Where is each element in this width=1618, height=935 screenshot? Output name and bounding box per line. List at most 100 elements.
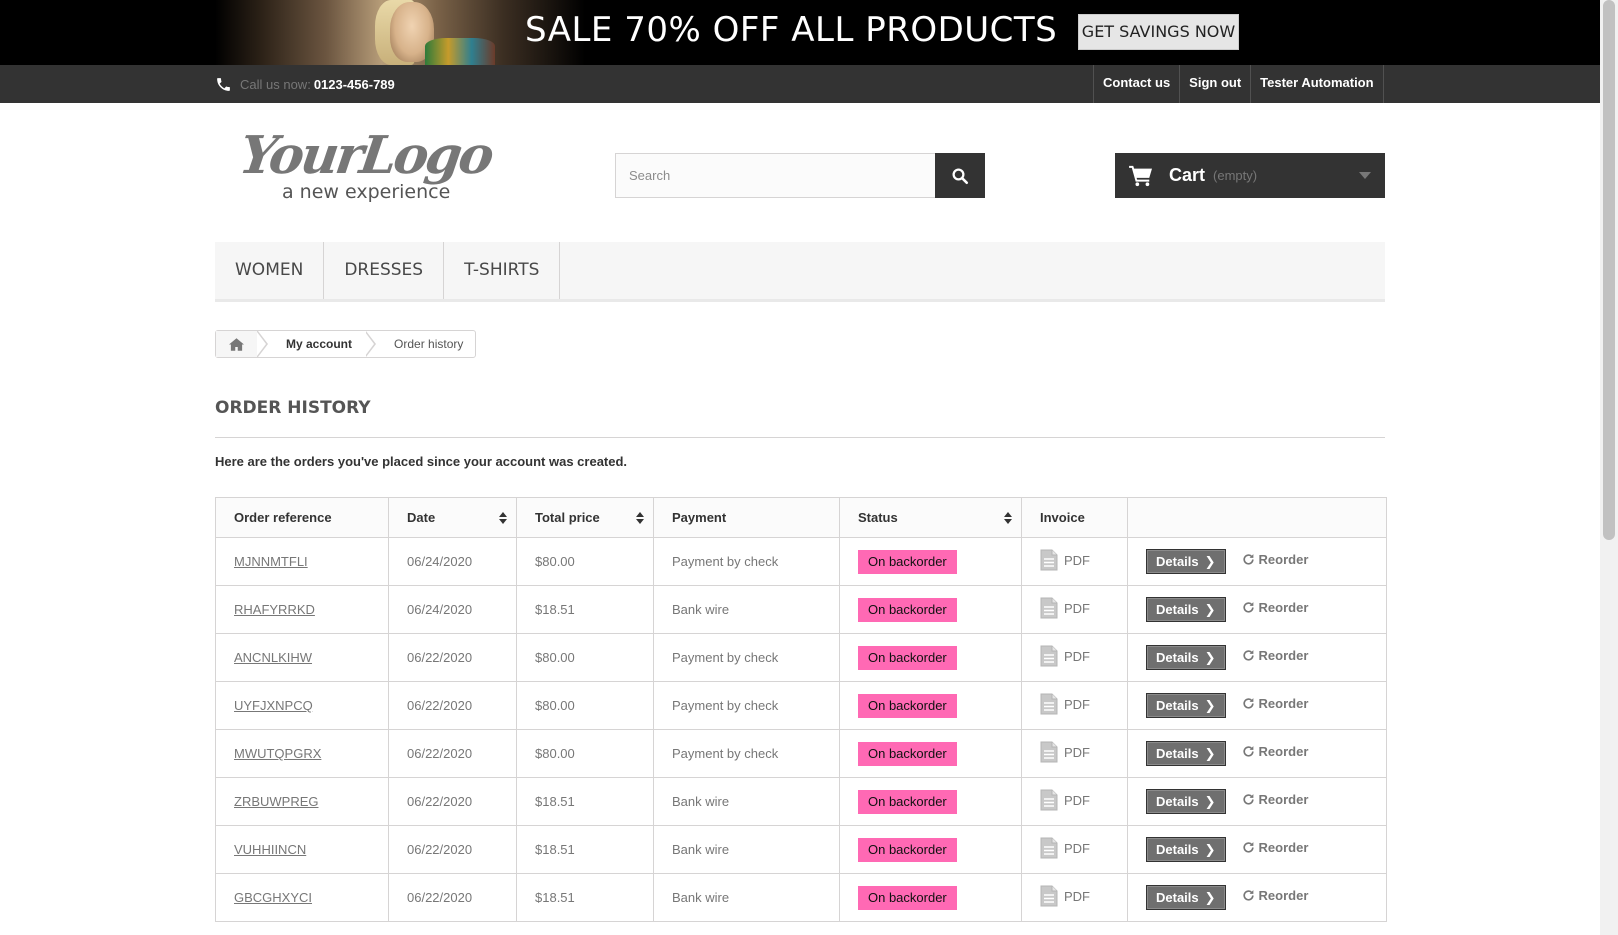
invoice-pdf-link[interactable]: PDF [1040,741,1090,763]
page-scrollbar[interactable] [1600,0,1618,935]
cart-label: Cart [1169,165,1206,185]
breadcrumb-my-account[interactable]: My account [268,331,366,357]
cell-date: 06/22/2020 [388,681,517,730]
order-reference-link[interactable]: ZRBUWPREG [234,794,319,809]
menu-item-tshirts[interactable]: T-SHIRTS [444,242,561,299]
details-button[interactable]: Details ❯ [1146,645,1226,670]
menu-item-dresses[interactable]: DRESSES [324,242,445,299]
cell-invoice: PDF [1021,681,1128,730]
invoice-pdf-link[interactable]: PDF [1040,789,1090,811]
contact-us-link[interactable]: Contact us [1094,65,1181,103]
reorder-link[interactable]: Reorder [1242,840,1309,855]
details-label: Details [1156,650,1199,665]
reorder-label: Reorder [1258,600,1309,615]
cell-actions: Details ❯ Reorder [1127,873,1387,922]
account-name-link[interactable]: Tester Automation [1251,65,1384,103]
table-row: GBCGHXYCI 06/22/2020 $18.51 Bank wire On bac… [215,873,1387,922]
details-label: Details [1156,698,1199,713]
order-reference-link[interactable]: MWUTQPGRX [234,746,321,761]
details-button[interactable]: Details ❯ [1146,597,1226,622]
invoice-pdf-link[interactable]: PDF [1040,645,1090,667]
invoice-pdf-link[interactable]: PDF [1040,549,1090,571]
status-badge: On backorder [858,693,957,718]
pdf-file-icon [1040,885,1058,907]
details-button[interactable]: Details ❯ [1146,693,1226,718]
cell-total-price: $18.51 [516,777,654,826]
cell-status: On backorder [839,777,1022,826]
pdf-label: PDF [1064,600,1090,616]
cell-date: 06/22/2020 [388,729,517,778]
column-status[interactable]: Status [839,497,1022,538]
sort-icon[interactable] [499,512,507,524]
details-button[interactable]: Details ❯ [1146,789,1226,814]
column-total-price[interactable]: Total price [516,497,654,538]
status-badge: On backorder [858,885,957,910]
details-button[interactable]: Details ❯ [1146,741,1226,766]
invoice-pdf-link[interactable]: PDF [1040,693,1090,715]
order-reference-link[interactable]: MJNNMTFLI [234,554,308,569]
promo-banner[interactable]: SALE 70% OFF ALL PRODUCTS GET SAVINGS NO… [0,0,1600,65]
order-reference-link[interactable]: VUHHIINCN [234,842,306,857]
search-button[interactable] [935,153,985,198]
details-button[interactable]: Details ❯ [1146,885,1226,910]
reorder-link[interactable]: Reorder [1242,792,1308,807]
search-input[interactable] [615,153,935,198]
page-title: ORDER HISTORY [215,398,1385,438]
site-logo[interactable]: YourLogo a new experience [236,125,530,207]
sort-icon[interactable] [636,512,644,524]
details-button[interactable]: Details ❯ [1146,549,1226,574]
order-reference-link[interactable]: ANCNLKIHW [234,650,312,665]
breadcrumb-separator [365,331,377,357]
sort-icon[interactable] [1004,512,1012,524]
details-button[interactable]: Details ❯ [1146,837,1226,862]
column-order-reference: Order reference [215,497,389,538]
order-reference-link[interactable]: UYFJXNPCQ [234,698,313,713]
reorder-link[interactable]: Reorder [1242,744,1308,759]
reorder-link[interactable]: Reorder [1242,600,1309,615]
cell-total-price: $80.00 [516,681,654,730]
column-date[interactable]: Date [388,497,517,538]
cell-order-reference: GBCGHXYCI [215,873,389,922]
cell-status: On backorder [839,825,1022,874]
refresh-icon [1242,602,1254,613]
refresh-icon [1242,794,1254,805]
refresh-icon [1242,698,1254,709]
breadcrumb: My account Order history [215,330,477,358]
invoice-pdf-link[interactable]: PDF [1040,885,1090,907]
sign-out-link[interactable]: Sign out [1180,65,1252,103]
invoice-pdf-link[interactable]: PDF [1040,597,1090,619]
phone-info: Call us now: 0123-456-789 [215,71,395,97]
menu-item-women[interactable]: WOMEN [215,242,325,299]
cell-actions: Details ❯ Reorder [1127,729,1387,778]
table-row: VUHHIINCN 06/22/2020 $18.51 Bank wire On bac… [215,825,1387,874]
table-row: MJNNMTFLI 06/24/2020 $80.00 Payment by chec… [215,537,1387,586]
scrollbar-thumb[interactable] [1603,0,1615,540]
cell-order-reference: ZRBUWPREG [215,777,389,826]
cell-payment: Payment by check [653,681,840,730]
table-row: ANCNLKIHW 06/22/2020 $80.00 Payment by chec… [215,633,1387,682]
reorder-link[interactable]: Reorder [1242,888,1308,903]
cart-button[interactable]: Cart (empty) [1115,153,1385,198]
order-reference-link[interactable]: GBCGHXYCI [234,890,312,905]
reorder-label: Reorder [1258,840,1309,855]
column-actions [1127,497,1387,538]
cell-payment: Bank wire [653,873,840,922]
refresh-icon [1242,746,1254,757]
cell-total-price: $18.51 [516,873,654,922]
cell-actions: Details ❯ Reorder [1127,777,1387,826]
cell-actions: Details ❯ Reorder [1127,633,1387,682]
invoice-pdf-link[interactable]: PDF [1040,837,1090,859]
details-label: Details [1156,554,1199,569]
chevron-right-icon: ❯ [1204,697,1216,713]
cell-total-price: $80.00 [516,537,654,586]
reorder-link[interactable]: Reorder [1242,552,1308,567]
order-reference-link[interactable]: RHAFYRRKD [234,602,315,617]
breadcrumb-home[interactable] [216,331,258,357]
reorder-link[interactable]: Reorder [1242,648,1309,663]
get-savings-button[interactable]: GET SAVINGS NOW [1078,14,1239,50]
reorder-link[interactable]: Reorder [1242,696,1308,711]
status-badge: On backorder [858,789,957,814]
reorder-label: Reorder [1258,648,1309,663]
order-history-table: Order reference Date Total price Payment… [215,497,1387,922]
details-label: Details [1156,746,1199,761]
